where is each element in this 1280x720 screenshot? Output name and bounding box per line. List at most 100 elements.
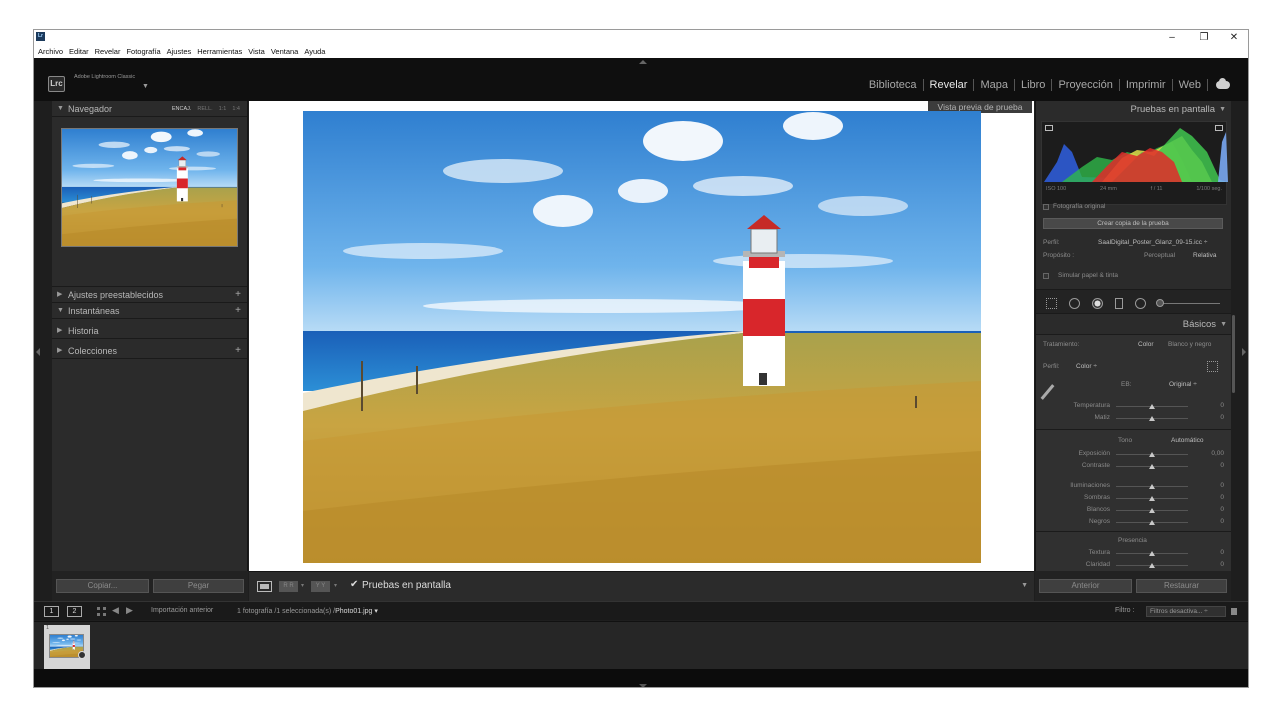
zoom-fill[interactable]: RELL. bbox=[194, 101, 215, 117]
add-snapshot-icon[interactable]: + bbox=[235, 303, 241, 319]
menu-editar[interactable]: Editar bbox=[66, 45, 92, 58]
slider-value[interactable]: 0 bbox=[1220, 482, 1224, 489]
minimize-button[interactable]: – bbox=[1158, 30, 1186, 45]
treatment-bw[interactable]: Blanco y negro bbox=[1168, 341, 1211, 348]
soft-proof-checkbox[interactable]: ✔ bbox=[350, 579, 358, 590]
slider-knob[interactable] bbox=[1149, 563, 1155, 568]
tone-auto-button[interactable]: Automático bbox=[1171, 437, 1204, 444]
intent-relative[interactable]: Relativa bbox=[1193, 252, 1216, 259]
histogram[interactable]: ISO 100 24 mm f / 11 1/100 seg. bbox=[1041, 121, 1228, 205]
radial-filter-icon[interactable] bbox=[1135, 298, 1146, 309]
slider-knob[interactable] bbox=[1149, 508, 1155, 513]
filter-select[interactable]: Filtros desactiva... ÷ bbox=[1146, 606, 1226, 617]
module-proyeccion[interactable]: Proyección bbox=[1052, 79, 1118, 91]
navigator-thumbnail[interactable] bbox=[61, 128, 238, 247]
treatment-color[interactable]: Color bbox=[1138, 341, 1154, 348]
view-1-button[interactable]: 1 bbox=[44, 606, 59, 617]
slider-knob[interactable] bbox=[1149, 496, 1155, 501]
slider-value[interactable]: 0 bbox=[1220, 462, 1224, 469]
slider-value[interactable]: 0 bbox=[1220, 414, 1224, 421]
brush-tool-slider[interactable] bbox=[1160, 303, 1220, 304]
close-button[interactable]: ✕ bbox=[1220, 30, 1248, 45]
loupe-view-icon[interactable] bbox=[257, 581, 272, 592]
previous-button[interactable]: Anterior bbox=[1039, 579, 1132, 593]
intent-perceptual[interactable]: Perceptual bbox=[1144, 252, 1175, 259]
zoom-1-1[interactable]: 1:1 bbox=[216, 101, 230, 117]
reset-button[interactable]: Restaurar bbox=[1136, 579, 1227, 593]
menu-herramientas[interactable]: Herramientas bbox=[194, 45, 245, 58]
image-canvas[interactable]: Vista previa de prueba bbox=[249, 101, 1034, 571]
add-collection-icon[interactable]: + bbox=[235, 343, 241, 359]
slider-knob[interactable] bbox=[1149, 404, 1155, 409]
main-photo[interactable] bbox=[303, 111, 981, 563]
menu-ventana[interactable]: Ventana bbox=[268, 45, 302, 58]
graduated-filter-icon[interactable] bbox=[1115, 298, 1123, 309]
adjustment-brush-icon[interactable] bbox=[1156, 299, 1164, 307]
module-mapa[interactable]: Mapa bbox=[974, 79, 1014, 91]
red-eye-icon[interactable] bbox=[1092, 298, 1103, 309]
spot-removal-icon[interactable] bbox=[1069, 298, 1080, 309]
collections-header[interactable]: ▶ Colecciones + bbox=[52, 343, 247, 359]
create-proof-copy-button[interactable]: Crear copia de la prueba bbox=[1043, 218, 1223, 229]
menu-vista[interactable]: Vista bbox=[245, 45, 268, 58]
snapshots-header[interactable]: ▼ Instantáneas + bbox=[52, 303, 247, 319]
filmstrip-thumbnail[interactable]: 1 bbox=[44, 625, 90, 669]
shadow-clipping-icon[interactable] bbox=[1045, 125, 1053, 131]
menu-revelar[interactable]: Revelar bbox=[92, 45, 124, 58]
filmstrip-source[interactable]: Importación anterior bbox=[151, 607, 213, 614]
navigator-header[interactable]: ▼ Navegador ENCAJ. RELL. 1:1 1:4 bbox=[52, 101, 247, 117]
zoom-fit[interactable]: ENCAJ. bbox=[169, 101, 195, 117]
before-after-dropdown-icon[interactable]: ▾ bbox=[301, 582, 304, 589]
original-photo-checkbox[interactable] bbox=[1043, 204, 1049, 210]
forward-arrow-icon[interactable]: ▶ bbox=[126, 605, 133, 616]
crop-tool-icon[interactable] bbox=[1046, 298, 1057, 309]
toolbar-content-dropdown-icon[interactable]: ▼ bbox=[1021, 582, 1028, 589]
basic-header[interactable]: Básicos ▼ bbox=[1036, 316, 1231, 334]
module-web[interactable]: Web bbox=[1173, 79, 1207, 91]
module-imprimir[interactable]: Imprimir bbox=[1120, 79, 1172, 91]
right-panel-scrollbar[interactable] bbox=[1232, 315, 1235, 393]
slider-value[interactable]: 0 bbox=[1220, 561, 1224, 568]
highlight-clipping-icon[interactable] bbox=[1215, 125, 1223, 131]
copy-button[interactable]: Copiar... bbox=[56, 579, 149, 593]
simulate-paper-checkbox[interactable] bbox=[1043, 273, 1049, 279]
before-after-swap-icon[interactable]: Y Y bbox=[311, 581, 330, 592]
view-2-button[interactable]: 2 bbox=[67, 606, 82, 617]
presets-header[interactable]: ▶ Ajustes preestablecidos + bbox=[52, 287, 247, 303]
top-panel-toggle-icon[interactable] bbox=[639, 60, 647, 64]
slider-knob[interactable] bbox=[1149, 520, 1155, 525]
product-dropdown-icon[interactable]: ▼ bbox=[142, 83, 149, 90]
before-after-icon[interactable]: R R bbox=[279, 581, 298, 592]
history-header[interactable]: ▶ Historia bbox=[52, 323, 247, 339]
restore-button[interactable]: ❐ bbox=[1190, 30, 1218, 45]
module-libro[interactable]: Libro bbox=[1015, 79, 1051, 91]
paste-button[interactable]: Pegar bbox=[153, 579, 244, 593]
slider-value[interactable]: 0 bbox=[1220, 506, 1224, 513]
slider-knob[interactable] bbox=[1149, 484, 1155, 489]
slider-value[interactable]: 0 bbox=[1220, 549, 1224, 556]
slider-knob[interactable] bbox=[1149, 452, 1155, 457]
basic-profile-select[interactable]: Color ÷ bbox=[1076, 363, 1097, 370]
menu-archivo[interactable]: Archivo bbox=[34, 45, 66, 58]
soft-proof-header[interactable]: Pruebas en pantalla ▼ bbox=[1036, 101, 1231, 119]
slider-knob[interactable] bbox=[1149, 416, 1155, 421]
zoom-1-4[interactable]: 1:4 bbox=[229, 101, 243, 117]
module-revelar[interactable]: Revelar bbox=[924, 79, 974, 91]
slider-knob[interactable] bbox=[1149, 551, 1155, 556]
soft-proof-label[interactable]: Pruebas en pantalla bbox=[362, 580, 451, 591]
left-panel-toggle-icon[interactable] bbox=[36, 348, 40, 356]
proof-profile-select[interactable]: SaalDigital_Poster_Glanz_09-15.icc ÷ bbox=[1098, 239, 1207, 246]
slider-value[interactable]: 0 bbox=[1220, 402, 1224, 409]
swap-dropdown-icon[interactable]: ▾ bbox=[334, 582, 337, 589]
slider-knob[interactable] bbox=[1149, 464, 1155, 469]
filter-lock-icon[interactable] bbox=[1231, 608, 1237, 615]
menu-ayuda[interactable]: Ayuda bbox=[301, 45, 328, 58]
right-panel-toggle-icon[interactable] bbox=[1242, 348, 1246, 356]
wb-eyedropper-icon[interactable] bbox=[1040, 384, 1055, 400]
cloud-icon[interactable] bbox=[1216, 78, 1230, 89]
slider-value[interactable]: 0,00 bbox=[1211, 450, 1224, 457]
slider-value[interactable]: 0 bbox=[1220, 518, 1224, 525]
wb-select[interactable]: Original ÷ bbox=[1169, 381, 1197, 388]
grid-view-icon[interactable] bbox=[97, 607, 106, 616]
slider-value[interactable]: 0 bbox=[1220, 494, 1224, 501]
